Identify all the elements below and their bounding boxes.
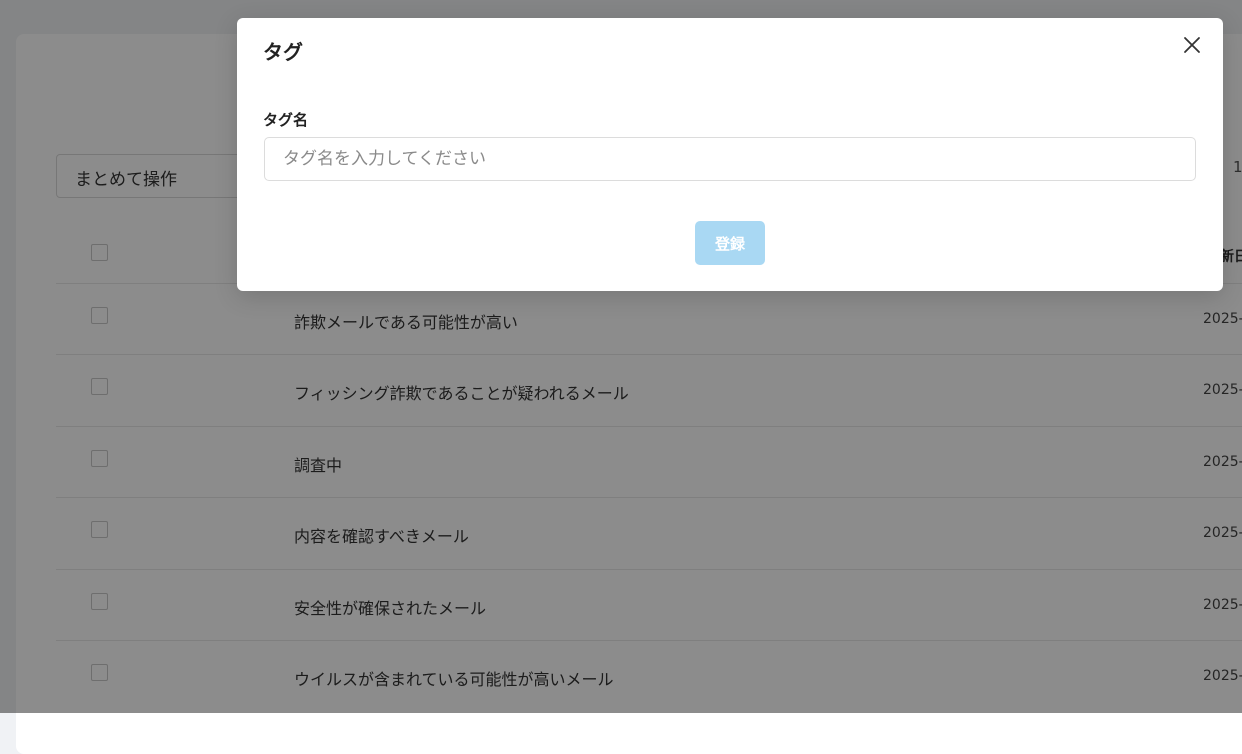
tag-name-label: タグ名 bbox=[263, 111, 309, 129]
register-button[interactable]: 登録 bbox=[695, 221, 765, 265]
modal-title: タグ bbox=[263, 40, 303, 64]
tag-modal: タグ タグ名 登録 bbox=[237, 18, 1223, 291]
close-button[interactable] bbox=[1179, 32, 1205, 58]
tag-name-input[interactable] bbox=[264, 137, 1196, 181]
close-icon bbox=[1184, 37, 1200, 53]
